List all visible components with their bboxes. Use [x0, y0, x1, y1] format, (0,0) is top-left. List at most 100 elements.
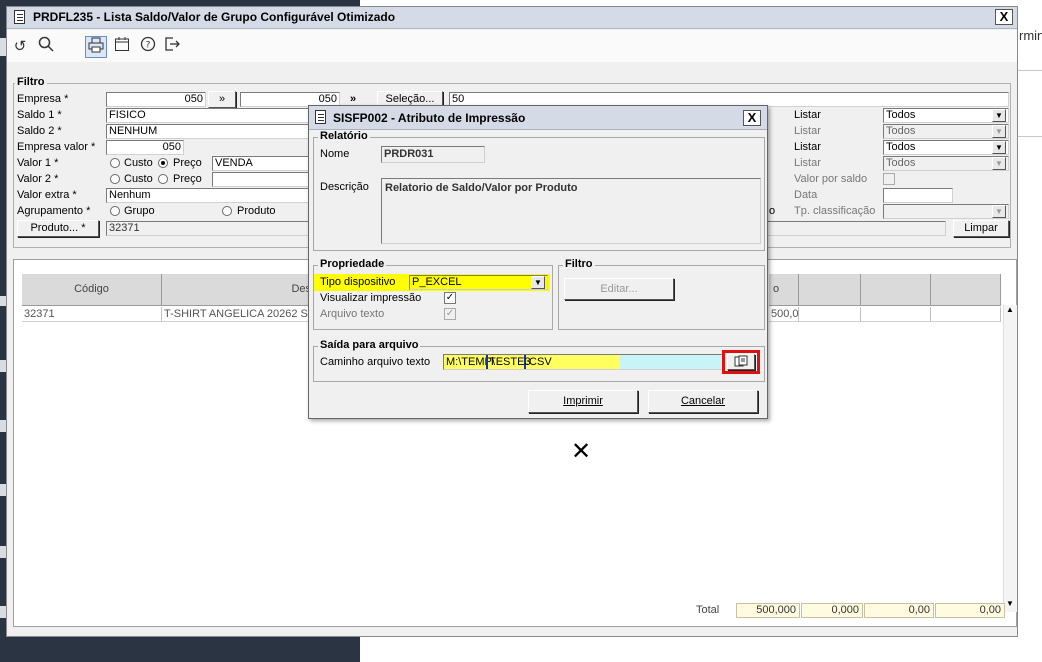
saldo1-label: Saldo 1 *: [17, 109, 62, 121]
agrup-produto-radio[interactable]: [222, 206, 232, 216]
grid-header-extra[interactable]: o: [769, 274, 799, 306]
valor-extra-label: Valor extra *: [17, 189, 77, 201]
refresh-icon[interactable]: ↺: [9, 36, 31, 58]
data-input[interactable]: [883, 188, 953, 203]
chevron-down-icon[interactable]: ▼: [992, 141, 1006, 154]
valor-por-saldo-checkbox: [883, 173, 895, 185]
visualizar-label: Visualizar impressão: [320, 292, 422, 304]
valor1-input[interactable]: VENDA: [212, 156, 316, 171]
dialog-title: SISFP002 - Atributo de Impressão: [333, 111, 526, 125]
listar-select-3[interactable]: Todos: [883, 140, 1009, 155]
grid-cell[interactable]: [799, 307, 861, 322]
total-value-3: 0,00: [864, 603, 934, 618]
grid-cell[interactable]: [861, 307, 931, 322]
empresa-label: Empresa *: [17, 93, 69, 105]
document-icon: [14, 10, 25, 24]
saldo2-input[interactable]: NENHUM: [106, 124, 316, 139]
limpar-button[interactable]: Limpar: [953, 220, 1009, 237]
scroll-up-icon[interactable]: ▲: [1006, 305, 1014, 314]
valor2-preco-radio[interactable]: [158, 174, 168, 184]
tipo-dispositivo-select[interactable]: P_EXCEL: [409, 275, 548, 290]
listar-select-4: Todos: [883, 156, 1009, 171]
grid-cell[interactable]: [931, 307, 1001, 322]
valor-extra-input[interactable]: Nenhum: [106, 188, 316, 203]
valor1-custo-radio[interactable]: [110, 158, 120, 168]
dialog-close-button[interactable]: X: [743, 110, 761, 126]
total-value-2: 0,000: [801, 603, 863, 618]
tp-classificacao-select: [883, 204, 1009, 219]
valor1-label: Valor 1 *: [17, 157, 59, 169]
close-icon[interactable]: ✕: [571, 440, 591, 464]
total-value-4: 0,00: [935, 603, 1005, 618]
grid-header-codigo[interactable]: Código: [22, 274, 162, 306]
saldo1-input[interactable]: FISICO: [106, 108, 316, 123]
listar-select-2: Todos: [883, 124, 1009, 139]
window-titlebar: PRDFL235 - Lista Saldo/Valor de Grupo Co…: [7, 7, 1017, 29]
grid-header-col[interactable]: [799, 274, 861, 306]
nome-value: PRDR031: [381, 146, 485, 163]
chevron-down-icon[interactable]: ▼: [531, 276, 545, 289]
empresa-range-button[interactable]: »: [208, 91, 236, 108]
grid-header-descricao[interactable]: Des: [162, 274, 316, 306]
exit-icon[interactable]: [161, 36, 183, 58]
agrupamento-label: Agrupamento *: [17, 205, 91, 217]
divider: [1018, 70, 1042, 71]
search-icon[interactable]: [35, 36, 57, 58]
folder-browse-icon: [734, 355, 748, 370]
listar-select-3-value: Todos: [886, 141, 916, 153]
toolbar: ↺ ?: [7, 30, 1017, 62]
help-icon[interactable]: ?: [137, 36, 159, 58]
valor1-custo-label: Custo: [124, 157, 153, 169]
descricao-label: Descrição: [320, 181, 369, 193]
caminho-path-part2: TESTE3: [486, 355, 531, 369]
dialog-filtro-legend: Filtro: [563, 258, 595, 270]
window-title: PRDFL235 - Lista Saldo/Valor de Grupo Co…: [33, 10, 396, 24]
empresa-range-button-2[interactable]: »: [350, 93, 356, 105]
grid-cell-value[interactable]: 500,000: [769, 307, 799, 322]
grid-header-col[interactable]: [861, 274, 931, 306]
dialog-titlebar: SISFP002 - Atributo de Impressão X: [309, 106, 767, 130]
caminho-input[interactable]: M:\TEMP\ TESTE3 .CSV: [443, 354, 723, 370]
agrup-grupo-radio[interactable]: [110, 206, 120, 216]
produto-button[interactable]: Produto... *: [17, 220, 99, 237]
divider: [1018, 136, 1042, 137]
empresa-valor-input[interactable]: 050: [106, 140, 184, 155]
imprimir-button[interactable]: Imprimir: [528, 390, 638, 413]
valor1-preco-radio[interactable]: [158, 158, 168, 168]
window-close-button[interactable]: X: [995, 9, 1013, 25]
valor2-input[interactable]: [212, 172, 316, 187]
filter-legend: Filtro: [15, 76, 47, 88]
grid-vertical-scrollbar[interactable]: ▲ ▼: [1003, 305, 1017, 612]
chevron-down-icon: ▼: [992, 157, 1006, 170]
agrup-produto-label: Produto: [237, 205, 276, 217]
scroll-down-icon[interactable]: ▼: [1006, 599, 1014, 608]
relatorio-legend: Relatório: [318, 130, 370, 142]
listar-label-4: Listar: [794, 157, 821, 169]
listar-select-4-value: Todos: [886, 157, 916, 169]
grid-header-col[interactable]: [931, 274, 1001, 306]
tipo-dispositivo-value: P_EXCEL: [412, 276, 462, 288]
print-icon[interactable]: [85, 36, 107, 58]
caminho-path-part3: .CSV: [526, 356, 552, 368]
listar-select-1-value: Todos: [886, 109, 916, 121]
listar-select-2-value: Todos: [886, 125, 916, 137]
valor2-preco-label: Preço: [173, 173, 202, 185]
grid-cell-descricao[interactable]: T-SHIRT ANGELICA 20262 SORT: [162, 307, 316, 322]
browse-file-button[interactable]: [727, 354, 755, 370]
calendar-icon[interactable]: [111, 36, 133, 58]
cancelar-button[interactable]: Cancelar: [648, 390, 758, 413]
chevron-down-icon[interactable]: ▼: [992, 109, 1006, 122]
grid-cell-codigo[interactable]: 32371: [22, 307, 162, 322]
valor1-preco-label: Preço: [173, 157, 202, 169]
caminho-label: Caminho arquivo texto: [320, 356, 431, 368]
imprimir-button-label: Imprimir: [563, 395, 603, 407]
listar-select-1[interactable]: Todos: [883, 108, 1009, 123]
total-label: Total: [696, 604, 720, 616]
agrup-grupo-label: Grupo: [124, 205, 155, 217]
tipo-dispositivo-label: Tipo dispositivo: [320, 276, 396, 288]
empresa-from-input[interactable]: 050: [106, 92, 206, 107]
background-right-panel: [1018, 0, 1042, 662]
tp-classificacao-label: Tp. classificação: [794, 205, 876, 217]
visualizar-checkbox[interactable]: ✓: [444, 292, 456, 304]
valor2-custo-radio[interactable]: [110, 174, 120, 184]
